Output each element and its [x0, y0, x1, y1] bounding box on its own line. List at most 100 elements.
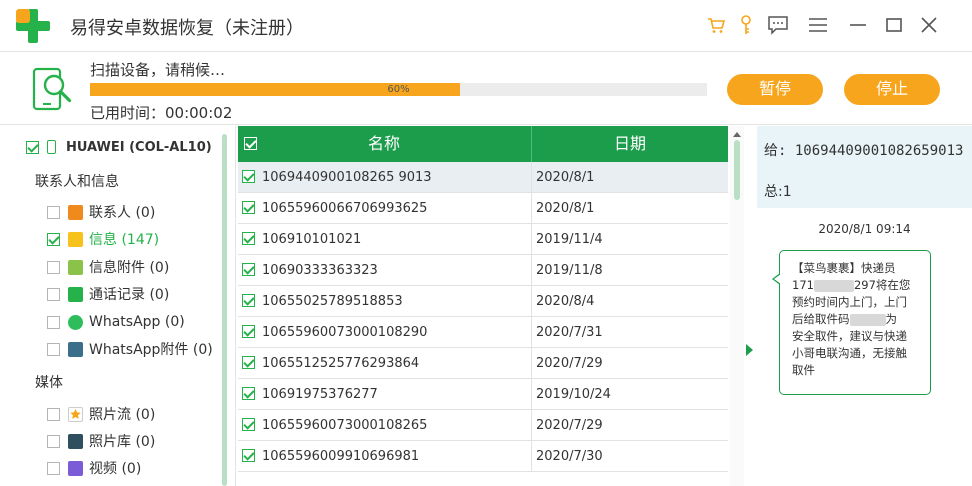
menu-icon[interactable] [805, 12, 831, 38]
checkbox[interactable] [47, 461, 60, 475]
row-name: 106910101021 [262, 232, 362, 247]
section-media: 媒体 [35, 375, 63, 391]
video-icon [68, 460, 83, 476]
sidebar-item-label: WhatsApp (0) [89, 314, 185, 330]
sidebar-item-call-log[interactable]: 通话记录 (0) [47, 284, 169, 304]
row-name: 1069440900108265 9013 [262, 170, 432, 185]
row-name: 1065512525776293864 [262, 356, 420, 371]
row-checkbox[interactable] [242, 325, 255, 338]
redacted-block [813, 279, 854, 292]
sidebar-scrollbar[interactable] [222, 134, 227, 486]
sidebar-item-whatsapp-attachments[interactable]: WhatsApp附件 (0) [47, 339, 213, 359]
phone-icon [68, 286, 83, 302]
row-name: 1065596009910696981 [262, 449, 420, 464]
device-row[interactable]: HUAWEI (COL-AL10) [26, 138, 212, 156]
sidebar-item-message-attachments[interactable]: 信息附件 (0) [47, 257, 169, 277]
checkbox[interactable] [47, 287, 60, 301]
sidebar-item-label: 信息附件 (0) [89, 260, 170, 276]
message-line: 171 297将在您 [792, 278, 911, 292]
recipient-line: 给: 10694409001082659013 [764, 143, 964, 159]
pause-button[interactable]: 暂停 [727, 74, 823, 105]
sidebar-item-whatsapp[interactable]: WhatsApp (0) [47, 312, 185, 332]
checkbox[interactable] [47, 205, 60, 219]
photostream-icon [68, 406, 83, 422]
column-header-name[interactable]: 名称 [238, 126, 530, 162]
feedback-icon[interactable] [765, 12, 791, 38]
sidebar-item-photo-stream[interactable]: 照片流 (0) [47, 404, 155, 424]
sidebar-item-label: WhatsApp附件 (0) [89, 342, 213, 358]
table-row[interactable]: 1065596009910696981 2020/7/30 [238, 441, 728, 472]
row-checkbox[interactable] [242, 449, 255, 462]
message-line: 【菜鸟裹裹】快递员 [792, 261, 896, 275]
scroll-up-arrow-icon[interactable] [733, 132, 741, 137]
checkbox[interactable] [47, 342, 60, 356]
table-row[interactable]: 10655960073000108265 2020/7/29 [238, 410, 728, 441]
maximize-icon[interactable] [881, 12, 907, 38]
checkbox[interactable] [47, 315, 60, 329]
expand-arrow-icon[interactable] [746, 344, 753, 356]
table-row[interactable]: 10655960066706993625 2020/8/1 [238, 193, 728, 224]
message-bubble: 【菜鸟裹裹】快递员 171 297将在您 预约时间内上门，上门 后给取件码为 安全… [772, 250, 931, 395]
row-date: 2020/7/29 [531, 410, 603, 441]
table-row[interactable]: 10655960073000108290 2020/7/31 [238, 317, 728, 348]
sidebar-item-video[interactable]: 视频 (0) [47, 458, 141, 478]
row-date: 2019/11/8 [531, 255, 603, 286]
stop-button[interactable]: 停止 [844, 74, 940, 105]
cart-icon[interactable] [703, 12, 729, 38]
row-checkbox[interactable] [242, 356, 255, 369]
table-header: 名称 日期 [238, 126, 728, 162]
detail-header: 给: 10694409001082659013 总:1 [757, 126, 972, 208]
sidebar-item-photo-library[interactable]: 照片库 (0) [47, 431, 155, 451]
message-table: 名称 日期 1069440900108265 9013 2020/8/1 106… [238, 126, 728, 486]
table-row[interactable]: 10690333363323 2019/11/8 [238, 255, 728, 286]
scan-progress-bar: 60% [90, 83, 707, 96]
table-row[interactable]: 1069440900108265 9013 2020/8/1 [238, 162, 728, 193]
table-row[interactable]: 106910101021 2019/11/4 [238, 224, 728, 255]
checkbox[interactable] [47, 232, 60, 246]
row-checkbox[interactable] [242, 232, 255, 245]
checkbox[interactable] [47, 260, 60, 274]
row-checkbox[interactable] [242, 418, 255, 431]
scan-status-text: 扫描设备，请稍候… [90, 61, 226, 79]
row-checkbox[interactable] [242, 201, 255, 214]
elapsed-time: 已用时间：00:00:02 [90, 104, 233, 122]
table-row[interactable]: 10691975376277 2019/10/24 [238, 379, 728, 410]
sidebar-item-label: 联系人 (0) [89, 205, 156, 221]
close-icon[interactable] [916, 12, 942, 38]
scanning-phone-icon [30, 63, 80, 115]
table-scrollbar[interactable] [730, 126, 744, 486]
row-date: 2019/10/24 [531, 379, 611, 410]
message-detail-panel: 给: 10694409001082659013 总:1 2020/8/1 09:… [757, 126, 972, 486]
device-phone-icon [47, 140, 56, 154]
attachment-icon [68, 259, 83, 275]
device-checkbox[interactable] [26, 140, 39, 154]
total-count: 总:1 [764, 184, 792, 200]
row-name: 10655960066706993625 [262, 201, 428, 216]
row-checkbox[interactable] [242, 170, 255, 183]
sidebar-item-label: 通话记录 (0) [89, 287, 170, 303]
checkbox[interactable] [47, 407, 60, 421]
category-sidebar: HUAWEI (COL-AL10) 联系人和信息 联系人 (0) 信息 (147… [0, 126, 236, 486]
key-icon[interactable] [733, 12, 759, 38]
row-checkbox[interactable] [242, 294, 255, 307]
row-checkbox[interactable] [242, 387, 255, 400]
row-date: 2020/8/1 [531, 193, 594, 224]
table-row[interactable]: 1065512525776293864 2020/7/29 [238, 348, 728, 379]
table-scrollbar-thumb[interactable] [734, 140, 740, 200]
row-date: 2020/8/1 [531, 162, 594, 193]
checkbox[interactable] [47, 434, 60, 448]
app-logo [16, 9, 50, 43]
sidebar-item-contacts[interactable]: 联系人 (0) [47, 202, 155, 222]
photolibrary-icon [68, 433, 83, 449]
message-line: 小哥电联沟通，无接触 [792, 346, 907, 360]
section-contacts-messages: 联系人和信息 [35, 174, 119, 190]
row-name: 10690333363323 [262, 263, 378, 278]
row-checkbox[interactable] [242, 263, 255, 276]
message-line: 取件 [792, 363, 815, 377]
column-header-date[interactable]: 日期 [531, 126, 728, 162]
minimize-icon[interactable] [845, 12, 871, 38]
row-date: 2020/8/4 [531, 286, 594, 317]
table-row[interactable]: 10655025789518853 2020/8/4 [238, 286, 728, 317]
whatsapp-icon [68, 314, 83, 330]
sidebar-item-messages[interactable]: 信息 (147) [47, 229, 159, 249]
